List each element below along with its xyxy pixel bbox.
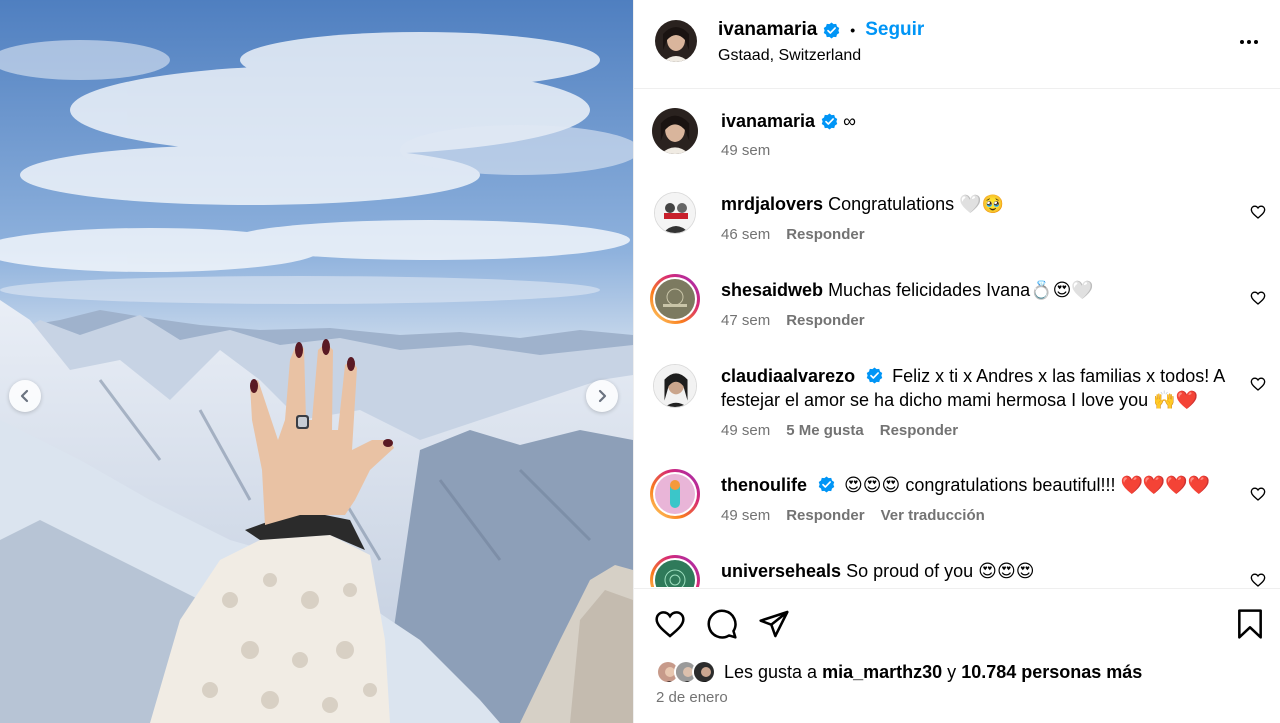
- post-photo: [0, 0, 633, 723]
- commenter-avatar[interactable]: [654, 192, 696, 234]
- commenter-avatar[interactable]: [650, 274, 700, 324]
- comment-body: mrdjalovers Congratulations 🤍🥹: [721, 192, 1241, 216]
- caption-body: ivanamaria ∞: [721, 109, 1241, 133]
- share-icon[interactable]: [758, 608, 790, 640]
- mountain-ring-photo: [0, 0, 633, 723]
- likes-count[interactable]: 10.784 personas más: [961, 662, 1142, 683]
- comment-username[interactable]: mrdjalovers: [721, 194, 823, 214]
- follow-button[interactable]: Seguir: [865, 19, 924, 41]
- comment-time[interactable]: 49 sem: [721, 507, 770, 524]
- caption-meta: 49 sem: [721, 142, 770, 159]
- verified-badge-icon: [866, 367, 883, 384]
- verified-badge-icon: [824, 21, 840, 39]
- comments-list[interactable]: ivanamaria ∞ 49 sem mrdjalovers Congratu…: [634, 90, 1280, 587]
- comment-icon[interactable]: [706, 608, 738, 640]
- previous-photo-button[interactable]: [9, 380, 41, 412]
- comment-time[interactable]: 46 sem: [721, 226, 770, 243]
- separator-dot: •: [850, 22, 856, 38]
- chevron-left-icon: [20, 389, 29, 403]
- post-date[interactable]: 2 de enero: [656, 689, 728, 706]
- comment-text: Muchas felicidades Ivana💍😍🤍: [828, 280, 1094, 300]
- likes-joiner: y: [947, 661, 957, 682]
- comment-body: thenoulife 😍😍😍 congratulations beautiful…: [721, 473, 1241, 497]
- liked-by-user[interactable]: mia_marthz30: [822, 662, 942, 683]
- caption-text: ∞: [843, 111, 856, 131]
- post-dialog: ivanamaria • Seguir Gstaad, Switzerland: [0, 0, 1280, 723]
- more-options-icon[interactable]: [1237, 30, 1261, 54]
- author-username[interactable]: ivanamaria: [718, 19, 817, 41]
- comment-like-icon[interactable]: [1250, 204, 1266, 220]
- comment-username[interactable]: thenoulife: [721, 475, 807, 495]
- comment-body: claudiaalvarezo Feliz x ti x Andres x la…: [721, 364, 1241, 412]
- comment-meta: 46 sem Responder: [721, 226, 865, 243]
- comment-text: 😍😍😍 congratulations beautiful!!! ❤️❤️❤️❤…: [844, 475, 1211, 495]
- comment-meta: 47 sem Responder: [721, 312, 865, 329]
- comment-username[interactable]: claudiaalvarezo: [721, 366, 855, 386]
- caption-username[interactable]: ivanamaria: [721, 109, 815, 133]
- post-actions: Les gusta a mia_marthz30 y 10.784 person…: [634, 588, 1280, 723]
- author-avatar[interactable]: [655, 20, 697, 62]
- see-translation-button[interactable]: Ver traducción: [881, 507, 985, 524]
- comment-username[interactable]: universeheals: [721, 561, 841, 581]
- reply-button[interactable]: Responder: [786, 226, 864, 243]
- likes-summary: Les gusta a mia_marthz30 y 10.784 person…: [656, 660, 1142, 684]
- commenter-avatar[interactable]: [650, 469, 700, 519]
- comment-body: universeheals So proud of you 😍😍😍: [721, 559, 1241, 583]
- post-details-panel: ivanamaria • Seguir Gstaad, Switzerland: [633, 0, 1280, 723]
- verified-badge-icon: [821, 112, 838, 130]
- caption-author-avatar[interactable]: [652, 108, 698, 154]
- comment-time[interactable]: 49 sem: [721, 422, 770, 439]
- likes-prefix: Les gusta a: [724, 661, 818, 682]
- reply-button[interactable]: Responder: [786, 507, 864, 524]
- comment-like-icon[interactable]: [1250, 572, 1266, 587]
- liked-by-avatars: [656, 660, 716, 684]
- caption-time[interactable]: 49 sem: [721, 142, 770, 159]
- comment-meta: 49 sem Responder Ver traducción: [721, 507, 985, 524]
- comment-likes-count[interactable]: 5 Me gusta: [786, 422, 864, 439]
- commenter-avatar[interactable]: [653, 364, 697, 408]
- chevron-right-icon: [598, 389, 607, 403]
- author-line: ivanamaria • Seguir: [718, 19, 924, 41]
- comment-body: shesaidweb Muchas felicidades Ivana💍😍🤍: [721, 278, 1241, 302]
- comment-text: Congratulations 🤍🥹: [828, 194, 1004, 214]
- comment-like-icon[interactable]: [1250, 290, 1266, 306]
- bookmark-icon[interactable]: [1234, 608, 1266, 640]
- heart-icon[interactable]: [654, 608, 686, 640]
- next-photo-button[interactable]: [586, 380, 618, 412]
- comment-time[interactable]: 47 sem: [721, 312, 770, 329]
- post-location[interactable]: Gstaad, Switzerland: [718, 47, 861, 65]
- reply-button[interactable]: Responder: [786, 312, 864, 329]
- commenter-avatar[interactable]: [650, 555, 700, 587]
- avatar: [692, 660, 716, 684]
- comment-text: So proud of you 😍😍😍: [846, 561, 1035, 581]
- post-header: ivanamaria • Seguir Gstaad, Switzerland: [634, 0, 1280, 89]
- verified-badge-icon: [818, 476, 835, 493]
- comment-like-icon[interactable]: [1250, 376, 1266, 392]
- comment-like-icon[interactable]: [1250, 486, 1266, 502]
- comment-meta: 49 sem 5 Me gusta Responder: [721, 422, 958, 439]
- comment-username[interactable]: shesaidweb: [721, 280, 823, 300]
- reply-button[interactable]: Responder: [880, 422, 958, 439]
